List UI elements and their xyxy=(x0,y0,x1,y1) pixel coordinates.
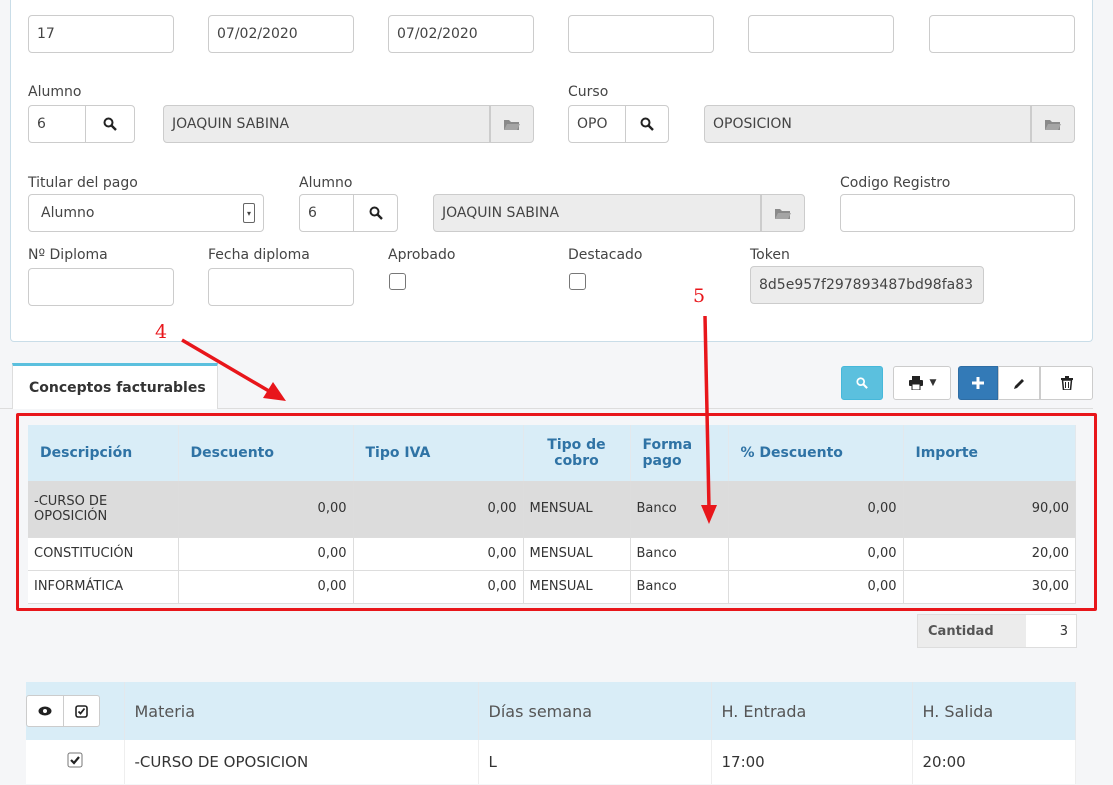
table-row[interactable]: -CURSO DE OPOSICION L 17:00 20:00 xyxy=(26,740,1076,784)
col-h-entrada[interactable]: H. Entrada xyxy=(711,682,913,740)
row-checkbox-cell[interactable] xyxy=(26,740,125,784)
cell-materia: -CURSO DE OPOSICION xyxy=(124,740,479,784)
col-h-salida[interactable]: H. Salida xyxy=(912,682,1076,740)
materias-table: Materia Días semana H. Entrada H. Salida… xyxy=(26,682,1076,784)
col-materia[interactable]: Materia xyxy=(124,682,479,740)
materias-icon-header xyxy=(26,682,125,740)
cell-dias: L xyxy=(478,740,712,784)
cantidad-value: 3 xyxy=(1026,615,1076,647)
cantidad-box: Cantidad 3 xyxy=(917,614,1077,648)
col-dias-semana[interactable]: Días semana xyxy=(478,682,712,740)
cell-entrada: 17:00 xyxy=(711,740,913,784)
checkbox-icon[interactable] xyxy=(67,752,83,768)
cantidad-label: Cantidad xyxy=(918,615,1026,647)
annotation-arrows xyxy=(181,315,717,524)
eye-icon[interactable] xyxy=(27,696,64,726)
cell-salida: 20:00 xyxy=(912,740,1076,784)
materias-header-row: Materia Días semana H. Entrada H. Salida xyxy=(26,682,1076,740)
check-square-icon[interactable] xyxy=(64,696,100,726)
